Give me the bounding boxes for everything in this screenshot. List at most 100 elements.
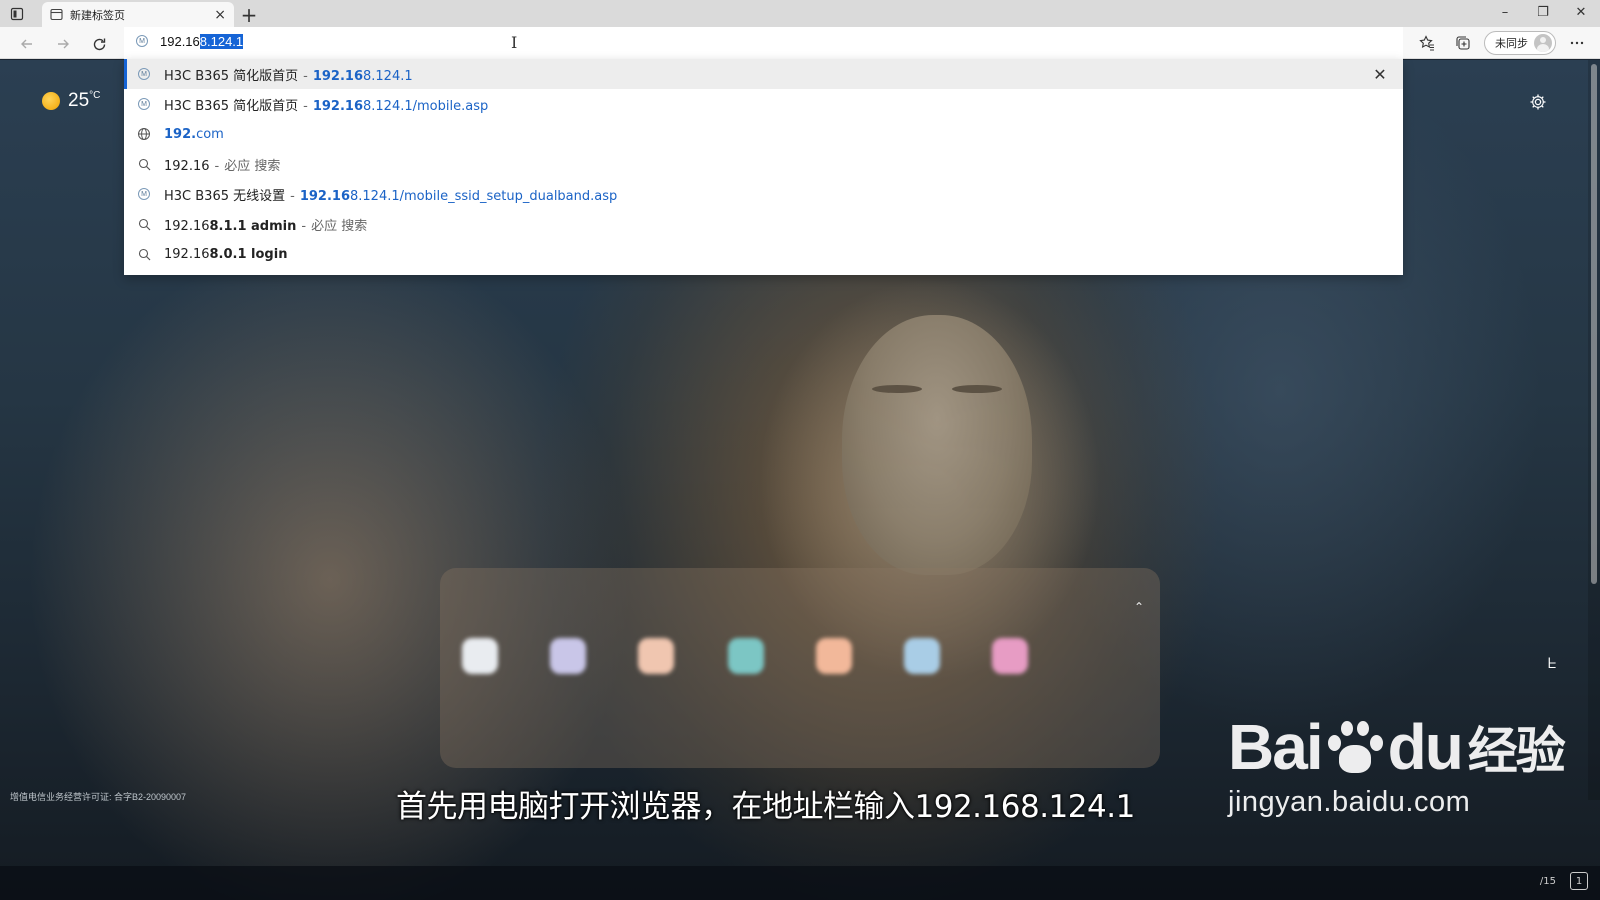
address-autocomplete-selection: 8.124.1 bbox=[199, 34, 244, 49]
brand-cn: 经验 bbox=[1467, 723, 1566, 779]
page-scrollbar[interactable] bbox=[1588, 60, 1600, 800]
baidu-logo: Bai du 经验 bbox=[1228, 710, 1566, 784]
bing-icon[interactable]: ᖶ bbox=[1548, 656, 1556, 672]
suggestion-title: H3C B365 无线设置 bbox=[164, 188, 286, 204]
suggestion-url: 192.168.124.1/mobile.asp bbox=[313, 99, 488, 114]
quick-link-tile[interactable] bbox=[904, 638, 940, 674]
address-bar[interactable]: M 192.168.124.1 I bbox=[124, 27, 1403, 59]
quick-link-tile[interactable] bbox=[728, 638, 764, 674]
site-icon: M bbox=[136, 66, 152, 82]
favorites-star-icon bbox=[1419, 35, 1434, 51]
suggestion-url-bold: 192.16 bbox=[299, 188, 350, 204]
tab-new-tab[interactable]: 新建标签页 × bbox=[42, 2, 234, 27]
suggestion-text: H3C B365 简化版首页 -192.168.124.1 bbox=[164, 65, 413, 84]
back-button[interactable] bbox=[14, 32, 40, 56]
quick-link-tile[interactable] bbox=[816, 638, 852, 674]
minimize-button[interactable]: – bbox=[1486, 0, 1524, 25]
quick-links-panel bbox=[440, 568, 1160, 768]
refresh-icon bbox=[93, 38, 105, 50]
profile-sync-label: 未同步 bbox=[1495, 37, 1528, 50]
collapse-chevron-icon[interactable]: ⌃ bbox=[1134, 600, 1144, 614]
suggestion-query-bold: 8.0.1 login bbox=[209, 246, 288, 262]
suggestion-url-rest: com bbox=[196, 126, 224, 142]
search-icon bbox=[136, 216, 152, 232]
refresh-button[interactable] bbox=[86, 32, 112, 56]
suggestion-text: 192.16- 必应 搜索 bbox=[164, 155, 280, 174]
suggestion-item[interactable]: 192.com bbox=[124, 119, 1403, 149]
collections-button[interactable] bbox=[1448, 30, 1478, 56]
globe-icon bbox=[136, 126, 152, 142]
quick-link-tile[interactable] bbox=[992, 638, 1028, 674]
site-icon: M bbox=[136, 186, 152, 202]
suggestion-url-bold: 192.16 bbox=[312, 68, 363, 84]
suggestion-item[interactable]: 192.168.0.1 login bbox=[124, 239, 1403, 269]
browser-toolbar: M 192.168.124.1 I 未同步 bbox=[0, 27, 1600, 59]
forward-button[interactable] bbox=[50, 32, 76, 56]
quick-link-tile[interactable] bbox=[550, 638, 586, 674]
search-icon bbox=[136, 156, 152, 172]
forward-arrow-icon bbox=[58, 39, 69, 49]
weather-temperature: 25 bbox=[68, 90, 90, 111]
license-text: 增值电信业务经营许可证: 合字B2-20090007 bbox=[10, 792, 187, 802]
favorites-button[interactable] bbox=[1412, 30, 1442, 56]
suggestion-item[interactable]: M H3C B365 简化版首页 -192.168.124.1/mobile.as… bbox=[124, 89, 1403, 119]
suggestion-query-bold: 8.1.1 admin bbox=[209, 218, 297, 234]
scrollbar-thumb[interactable] bbox=[1591, 64, 1597, 584]
suggestion-title: H3C B365 简化版首页 bbox=[164, 68, 299, 84]
sun-icon bbox=[42, 92, 60, 110]
suggestion-url: 192.com bbox=[164, 127, 224, 142]
weather-temp-wrap: 25°C bbox=[68, 90, 100, 112]
search-icon bbox=[136, 246, 152, 262]
text-cursor-icon: I bbox=[511, 33, 518, 52]
tab-actions-button[interactable] bbox=[0, 0, 34, 27]
taskbar: /15 1 bbox=[0, 866, 1600, 900]
separator: - bbox=[303, 68, 308, 84]
suggestion-text: 192.168.0.1 login bbox=[164, 247, 287, 262]
suggestion-title: H3C B365 简化版首页 bbox=[164, 98, 299, 114]
separator: - bbox=[214, 158, 220, 174]
suggestion-item[interactable]: M H3C B365 简化版首页 -192.168.124.1 ✕ bbox=[124, 59, 1403, 89]
suggestion-url-rest: 8.124.1 bbox=[363, 68, 413, 84]
suggestion-query: 192.16 bbox=[164, 218, 210, 234]
back-arrow-icon bbox=[21, 39, 32, 49]
tab-strip: 新建标签页 × + – ❐ ✕ bbox=[0, 0, 1600, 27]
notification-icon[interactable]: 1 bbox=[1570, 872, 1588, 890]
restore-button[interactable]: ❐ bbox=[1524, 0, 1562, 25]
suggestion-query: 192.16 bbox=[164, 246, 210, 262]
suggestion-text: 192.168.1.1 admin - 必应 搜索 bbox=[164, 215, 367, 234]
settings-more-button[interactable] bbox=[1562, 30, 1592, 56]
brand-left: Bai bbox=[1228, 711, 1324, 783]
suggestion-query: 192.16 bbox=[164, 158, 210, 174]
watermark-url: jingyan.baidu.com bbox=[1228, 786, 1471, 818]
gear-icon bbox=[1530, 94, 1546, 110]
suggestion-item[interactable]: 192.16- 必应 搜索 bbox=[124, 149, 1403, 179]
suggestion-text: H3C B365 无线设置 -192.168.124.1/mobile_ssid_… bbox=[164, 185, 617, 204]
suggestion-item[interactable]: 192.168.1.1 admin - 必应 搜索 bbox=[124, 209, 1403, 239]
address-suggestions-dropdown: M H3C B365 简化版首页 -192.168.124.1 ✕ M H3C B… bbox=[124, 59, 1403, 275]
quick-link-tile[interactable] bbox=[638, 638, 674, 674]
brand-right: du bbox=[1387, 711, 1464, 783]
collections-icon bbox=[1456, 36, 1470, 50]
suggestion-item[interactable]: M H3C B365 无线设置 -192.168.124.1/mobile_ssi… bbox=[124, 179, 1403, 209]
tab-close-button[interactable]: × bbox=[214, 8, 226, 22]
separator: - bbox=[301, 218, 307, 234]
suggestion-url: 192.168.124.1 bbox=[313, 69, 413, 84]
profile-button[interactable]: 未同步 bbox=[1484, 31, 1556, 55]
suggestion-text: H3C B365 简化版首页 -192.168.124.1/mobile.asp bbox=[164, 95, 488, 114]
site-icon: M bbox=[136, 96, 152, 112]
tab-actions-icon bbox=[10, 7, 24, 20]
new-tab-button[interactable]: + bbox=[234, 2, 264, 27]
address-input[interactable]: 192.168.124.1 bbox=[160, 34, 244, 49]
quick-link-tile[interactable] bbox=[462, 638, 498, 674]
suggestion-url-rest: 8.124.1/mobile.asp bbox=[363, 98, 489, 114]
avatar-icon bbox=[1534, 34, 1552, 52]
window-controls: – ❐ ✕ bbox=[1486, 0, 1600, 25]
separator: - bbox=[290, 188, 295, 204]
page-settings-button[interactable] bbox=[1527, 91, 1549, 113]
address-site-icon: M bbox=[136, 35, 148, 47]
weather-widget[interactable]: 25°C bbox=[42, 90, 100, 112]
suggestion-engine: 必应 搜索 bbox=[224, 158, 281, 174]
suggestion-url: 192.168.124.1/mobile_ssid_setup_dualband… bbox=[300, 189, 617, 204]
window-close-button[interactable]: ✕ bbox=[1562, 0, 1600, 25]
remove-suggestion-close-icon[interactable]: ✕ bbox=[1371, 65, 1389, 84]
